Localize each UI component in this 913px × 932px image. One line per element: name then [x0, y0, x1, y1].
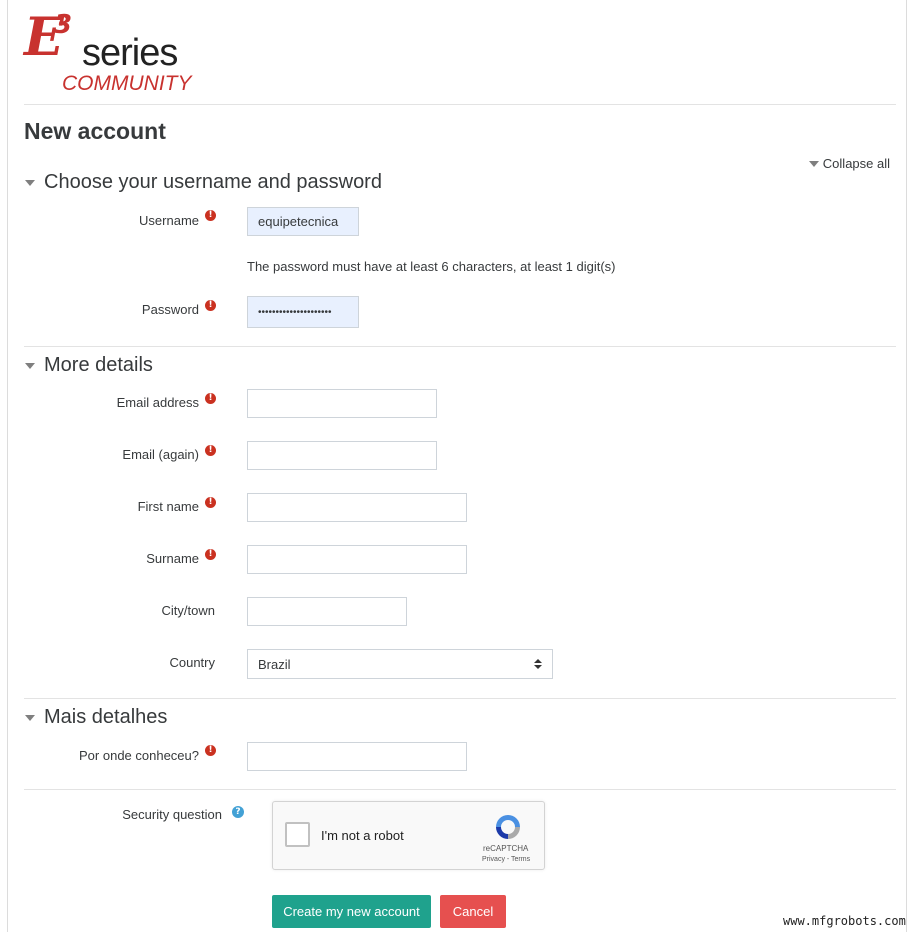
section-title-credentials: Choose your username and password [44, 171, 382, 193]
por-onde-input[interactable] [247, 742, 467, 771]
required-icon: ! [205, 497, 216, 508]
cancel-button[interactable]: Cancel [440, 895, 506, 928]
logo-series-text: series [82, 32, 178, 74]
page-title: New account [24, 118, 166, 144]
section-title-more-details: More details [44, 354, 153, 376]
password-policy-note: The password must have at least 6 charac… [247, 259, 616, 274]
required-icon: ! [205, 445, 216, 456]
city-input[interactable] [247, 597, 407, 626]
recaptcha-widget: I'm not a robot reCAPTCHA Privacy - Term… [272, 801, 545, 870]
collapse-all-link[interactable]: Collapse all [808, 156, 890, 171]
country-label: Country [169, 655, 215, 670]
username-label: Username [139, 213, 199, 228]
watermark-text: www.mfgrobots.com [783, 914, 906, 928]
first-name-label: First name [137, 499, 199, 514]
first-name-input[interactable] [247, 493, 467, 522]
email-again-label: Email (again) [122, 447, 199, 462]
username-input[interactable]: equipetecnica [247, 207, 359, 236]
recaptcha-brand: reCAPTCHA [483, 844, 529, 853]
password-label: Password [141, 302, 199, 317]
section-title-mais-detalhes: Mais detalhes [44, 706, 168, 728]
select-arrows-icon [534, 659, 542, 669]
help-icon[interactable]: ? [232, 806, 244, 818]
section-toggle-mais-detalhes[interactable]: Mais detalhes [25, 706, 167, 729]
section-expanded-icon [25, 179, 35, 186]
required-icon: ! [205, 549, 216, 560]
logo-community-text: COMMUNITY [62, 72, 192, 95]
section-toggle-more-details[interactable]: More details [25, 354, 153, 377]
email-again-input[interactable] [247, 441, 437, 470]
recaptcha-privacy-terms[interactable]: Privacy - Terms [482, 856, 530, 863]
section-divider [24, 698, 896, 699]
email-label: Email address [116, 395, 199, 410]
recaptcha-logo-icon [496, 815, 520, 839]
surname-label: Surname [146, 551, 199, 566]
country-select[interactable]: Brazil [247, 649, 553, 679]
password-input[interactable]: ••••••••••••••••••••• [247, 296, 359, 328]
surname-input[interactable] [247, 545, 467, 574]
header-divider [24, 104, 896, 105]
por-onde-label: Por onde conheceu? [79, 748, 199, 763]
email-input[interactable] [247, 389, 437, 418]
required-icon: ! [205, 210, 216, 221]
section-expanded-icon [25, 714, 35, 721]
recaptcha-checkbox[interactable] [285, 822, 310, 847]
section-divider [24, 789, 896, 790]
collapse-triangle-icon [808, 160, 819, 167]
city-label: City/town [161, 603, 215, 618]
required-icon: ! [205, 393, 216, 404]
required-icon: ! [205, 300, 216, 311]
create-account-button[interactable]: Create my new account [272, 895, 431, 928]
section-toggle-credentials[interactable]: Choose your username and password [25, 171, 382, 194]
security-question-label: Security question [122, 807, 222, 822]
required-icon: ! [205, 745, 216, 756]
section-divider [24, 346, 896, 347]
section-expanded-icon [25, 362, 35, 369]
country-selected-value: Brazil [258, 656, 291, 672]
e3-series-community-logo[interactable]: E 3 series COMMUNITY [24, 10, 192, 96]
logo-3-mark: 3 [54, 10, 73, 40]
recaptcha-label: I'm not a robot [321, 828, 404, 843]
collapse-all-label: Collapse all [822, 156, 890, 171]
